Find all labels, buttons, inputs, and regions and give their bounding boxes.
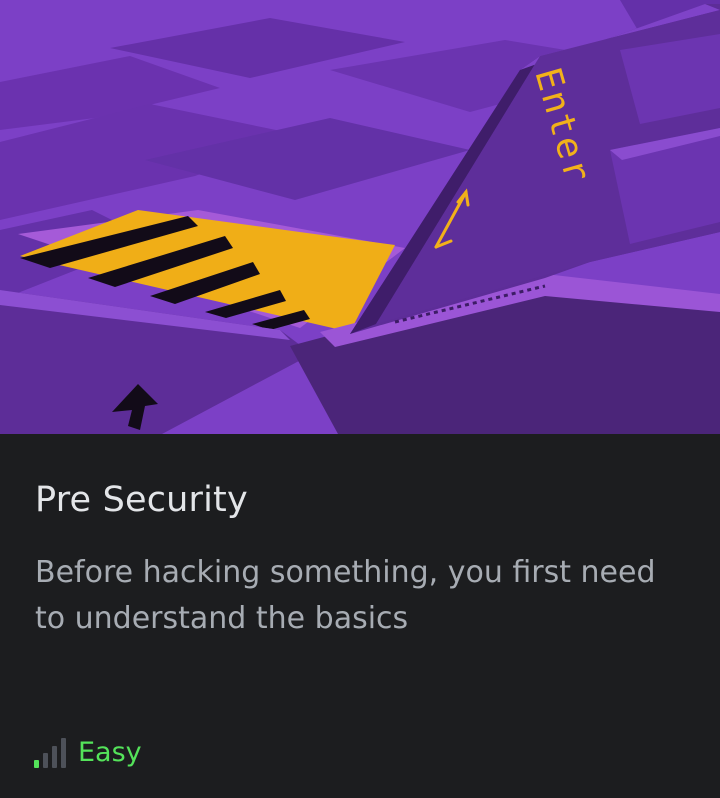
course-title[interactable]: Pre Security [35, 478, 248, 522]
difficulty-bar [43, 753, 48, 768]
course-card[interactable]: Enter Pre Security Before hacking someth… [0, 0, 720, 798]
difficulty-label: Easy [78, 737, 142, 768]
card-body: Pre Security Before hacking something, y… [0, 434, 720, 798]
keyboard-enter-illustration: Enter [0, 0, 720, 434]
difficulty-indicator: Easy [34, 732, 142, 768]
signal-bars-icon [34, 738, 66, 768]
difficulty-bar [61, 738, 66, 768]
difficulty-bar [34, 760, 39, 768]
difficulty-bar [52, 746, 57, 768]
course-description: Before hacking something, you first need… [35, 555, 656, 636]
hero-illustration: Enter [0, 0, 720, 434]
